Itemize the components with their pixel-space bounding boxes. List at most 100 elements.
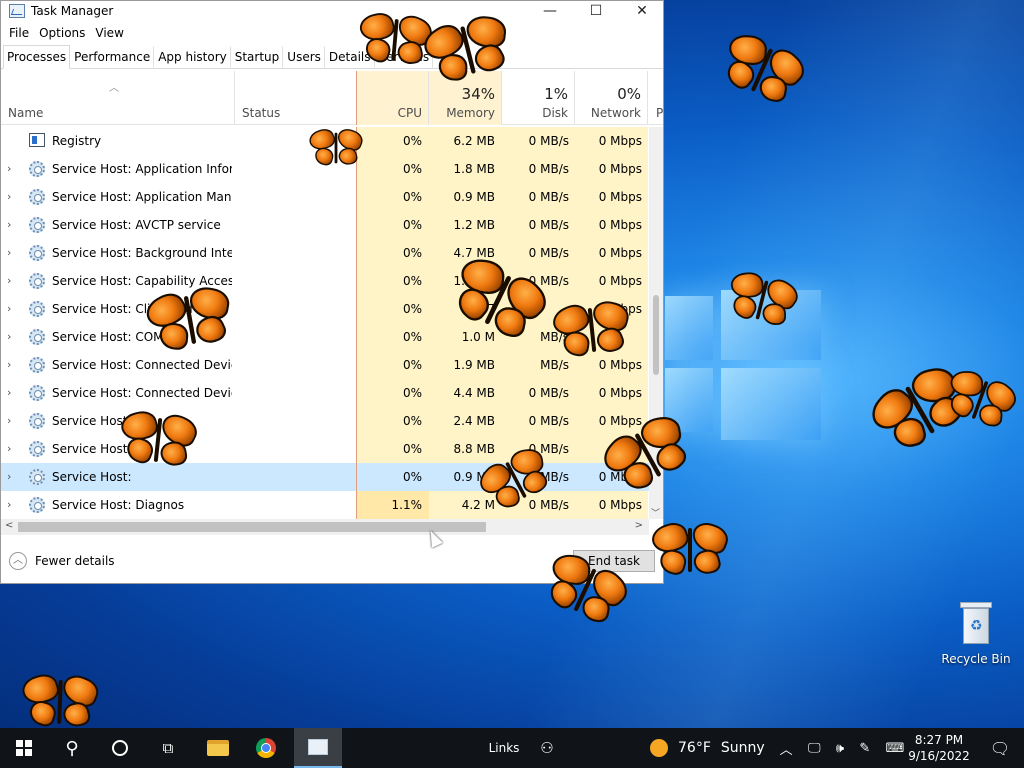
search-button[interactable]: ⚲: [48, 728, 96, 768]
minimize-button[interactable]: —: [527, 1, 573, 21]
table-row[interactable]: ›Service Host: Background Intelli...0%4.…: [1, 239, 663, 267]
process-network: 0 Mbps: [575, 267, 648, 295]
process-cpu: 0%: [356, 239, 429, 267]
people-button[interactable]: ⚇: [532, 728, 562, 768]
horizontal-scrollbar[interactable]: < >: [1, 519, 649, 535]
folder-icon: [207, 740, 229, 756]
chrome-button[interactable]: [242, 728, 290, 768]
table-row[interactable]: › Service Host: Cry 0% 2.4 MB 0 MB/s 0 Mbps: [1, 407, 663, 435]
process-cpu: 0%: [356, 155, 429, 183]
process-disk: 0 MB/s: [502, 407, 575, 435]
close-button[interactable]: ✕: [619, 1, 665, 21]
expand-chevron-icon[interactable]: ›: [7, 295, 19, 323]
task-manager-taskbar-button[interactable]: [294, 728, 342, 768]
chevron-up-icon[interactable]: ︿: [780, 739, 793, 758]
expand-chevron-icon[interactable]: ›: [7, 267, 19, 295]
process-disk: 0 MB/s: [502, 155, 575, 183]
task-manager-icon: [9, 4, 25, 18]
start-button[interactable]: [0, 728, 48, 768]
table-row[interactable]: › Service Host: 0% 0.9 MB MB/s 0 Mbps: [1, 463, 663, 491]
column-name[interactable]: ︿ Name: [1, 71, 235, 125]
scroll-left-icon[interactable]: <: [5, 520, 13, 531]
registry-icon: [29, 133, 45, 149]
tab-app-history[interactable]: App history: [154, 46, 231, 68]
cortana-icon: [112, 740, 128, 756]
menu-file[interactable]: File: [4, 26, 34, 40]
gear-icon: [29, 329, 45, 345]
fewer-details-button[interactable]: ︿ Fewer details: [9, 552, 115, 570]
notification-center-button[interactable]: 🗨: [976, 728, 1024, 768]
pen-icon[interactable]: ✎: [859, 741, 870, 756]
tab-startup[interactable]: Startup: [231, 46, 284, 68]
process-name: Service Host: Diagnos: [52, 498, 185, 512]
keyboard-icon[interactable]: ⌨: [886, 741, 905, 756]
expand-chevron-icon[interactable]: ›: [7, 463, 19, 491]
weather-temp: 76°F: [678, 740, 711, 756]
weather-widget[interactable]: 76°F Sunny: [650, 728, 770, 768]
chrome-icon: [256, 738, 276, 758]
file-explorer-button[interactable]: [194, 728, 242, 768]
windows-start-icon: [16, 740, 32, 756]
expand-chevron-icon[interactable]: ›: [7, 211, 19, 239]
scroll-down-icon[interactable]: ﹀: [651, 506, 660, 519]
table-row[interactable]: › Service Host: AVCTP service 0% 1.2 MB 0 MB…: [1, 211, 663, 239]
tab-performance[interactable]: Performance: [70, 46, 155, 68]
menu-options[interactable]: Options: [34, 26, 90, 40]
process-memory: 1.9 MB: [429, 351, 502, 379]
clock[interactable]: 8:27 PM 9/16/2022: [906, 728, 972, 768]
recycle-bin-shortcut[interactable]: ♻ Recycle Bin: [940, 602, 1012, 666]
butterfly-decoration: [115, 406, 202, 474]
expand-chevron-icon[interactable]: ›: [7, 491, 19, 519]
tab-users[interactable]: Users: [283, 46, 325, 68]
weather-condition: Sunny: [720, 740, 765, 756]
process-memory: 0.9 MB: [429, 183, 502, 211]
gear-icon: [29, 357, 45, 373]
menu-view[interactable]: View: [90, 26, 128, 40]
expand-chevron-icon[interactable]: ›: [7, 323, 19, 351]
expand-chevron-icon[interactable]: ›: [7, 351, 19, 379]
network-icon[interactable]: 🖵: [808, 741, 821, 756]
sort-up-icon: ︿: [109, 83, 119, 94]
expand-chevron-icon[interactable]: [7, 127, 19, 155]
process-network: 0 Mbps: [575, 239, 648, 267]
expand-chevron-icon[interactable]: ›: [7, 435, 19, 463]
column-status[interactable]: Status: [235, 71, 356, 125]
expand-chevron-icon[interactable]: ›: [7, 239, 19, 267]
cortana-button[interactable]: [96, 728, 144, 768]
gear-icon: [29, 385, 45, 401]
recycle-bin-icon: ♻: [958, 602, 994, 646]
people-icon: ⚇: [540, 739, 554, 757]
gear-icon: [29, 301, 45, 317]
expand-chevron-icon[interactable]: ›: [7, 407, 19, 435]
title-bar[interactable]: Task Manager — ☐ ✕: [1, 1, 663, 21]
maximize-button[interactable]: ☐: [573, 1, 619, 21]
butterfly-decoration: [306, 126, 366, 169]
column-cpu[interactable]: CPU: [356, 71, 429, 125]
task-view-button[interactable]: ⧉: [144, 728, 192, 768]
system-tray: ︿ 🖵 🕪 ✎ ⌨: [772, 728, 912, 768]
links-toolbar[interactable]: Links: [478, 728, 530, 768]
expand-chevron-icon[interactable]: ›: [7, 183, 19, 211]
table-row[interactable]: ›Service Host:0%8.8 MB0 MB/s0: [1, 435, 663, 463]
column-disk[interactable]: 1% Disk: [502, 71, 575, 125]
table-row[interactable]: ›Service Host: Capability Access ...0%1.…: [1, 267, 663, 295]
column-power[interactable]: P: [648, 71, 663, 125]
gear-icon: [29, 469, 45, 485]
process-disk: 0 MB/s: [502, 211, 575, 239]
table-row[interactable]: › Service Host: Diagnos 1.1% 4.2 M0 MB/s 0 M…: [1, 491, 663, 519]
process-disk: 0 MB/s: [502, 239, 575, 267]
clock-date: 9/16/2022: [908, 749, 970, 763]
expand-chevron-icon[interactable]: ›: [7, 379, 19, 407]
volume-icon[interactable]: 🕪: [836, 741, 844, 756]
process-disk: 0 MB/s: [502, 127, 575, 155]
process-memory: 1.8 MB: [429, 155, 502, 183]
table-row[interactable]: › Service Host: Connected Device... 0%4.4 …: [1, 379, 663, 407]
table-row[interactable]: › Service Host: Application Mana... 0% 0.9 …: [1, 183, 663, 211]
tab-processes[interactable]: Processes: [3, 45, 71, 69]
expand-chevron-icon[interactable]: ›: [7, 155, 19, 183]
horizontal-scroll-thumb[interactable]: [18, 522, 486, 532]
scroll-right-icon[interactable]: >: [635, 520, 643, 531]
vertical-scroll-thumb[interactable]: [653, 295, 659, 375]
search-icon: ⚲: [65, 737, 79, 759]
column-network[interactable]: 0% Network: [575, 71, 648, 125]
